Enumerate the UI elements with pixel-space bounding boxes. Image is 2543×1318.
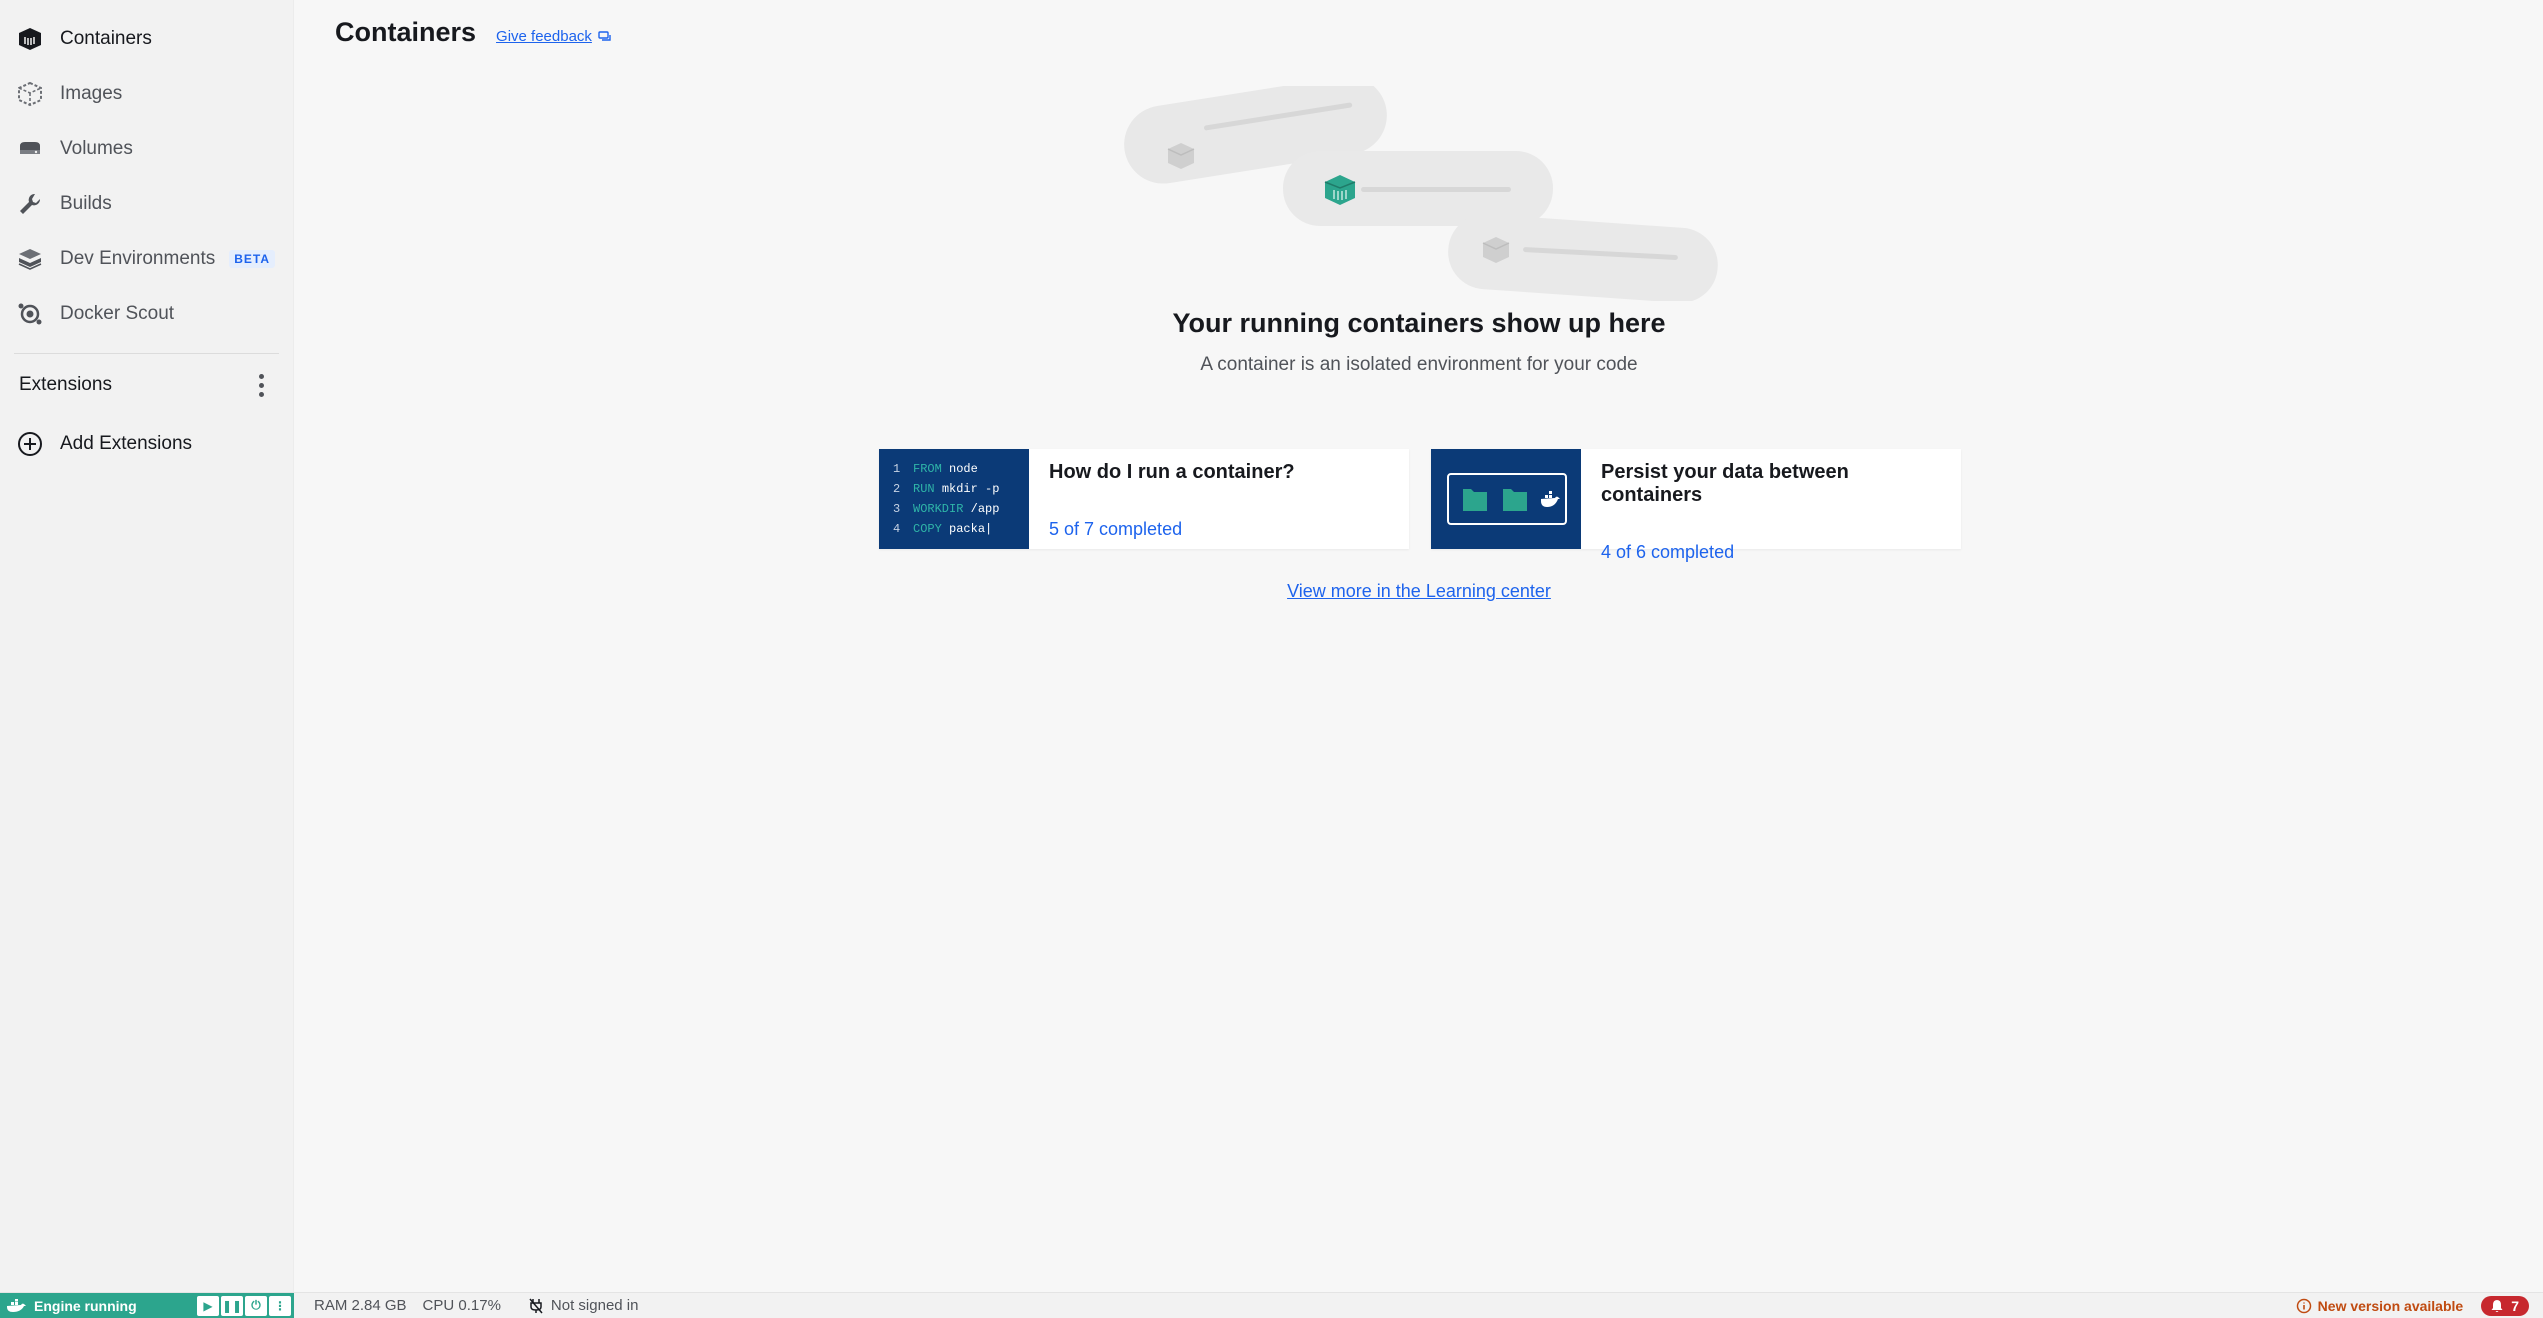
add-extensions-label: Add Extensions — [60, 432, 193, 454]
pause-icon[interactable]: ❚❚ — [221, 1295, 243, 1316]
sidebar: Containers Images Volumes Builds Dev Env… — [0, 0, 294, 1292]
sidebar-item-builds[interactable]: Builds — [0, 176, 293, 231]
docker-desktop-window: Containers Images Volumes Builds Dev Env… — [0, 0, 2543, 1318]
sidebar-item-images[interactable]: Images — [0, 66, 293, 121]
empty-state-title: Your running containers show up here — [1172, 308, 1666, 338]
play-icon[interactable]: ▶ — [197, 1295, 219, 1316]
sidebar-item-volumes[interactable]: Volumes — [0, 121, 293, 176]
sidebar-item-label: Volumes — [60, 137, 133, 159]
folder-icon — [1463, 489, 1487, 511]
sidebar-item-containers[interactable]: Containers — [0, 11, 293, 66]
sidebar-item-label: Containers — [60, 27, 152, 49]
beta-badge: BETA — [229, 249, 276, 268]
code-snippet: 1 FROM node 2 RUN mkdir -p 3 WORKDIR /app 4… — [893, 462, 1000, 536]
add-extensions-item[interactable]: Add Extensions — [0, 416, 293, 471]
engine-controls: ▶ ❚❚ ⏻ ⋮ — [197, 1295, 294, 1316]
bell-icon — [2491, 1299, 2503, 1312]
sidebar-item-label: Images — [60, 82, 123, 104]
ram-usage: RAM 2.84 GB — [314, 1297, 407, 1314]
learning-center-link[interactable]: View more in the Learning center — [295, 581, 2543, 602]
cpu-usage: CPU 0.17% — [422, 1297, 501, 1314]
scout-icon — [15, 299, 45, 329]
sidebar-item-label: Dev Environments — [60, 247, 216, 269]
wrench-icon — [15, 189, 45, 219]
card-progress: 5 of 7 completed — [1049, 519, 1183, 539]
give-feedback-label: Give feedback — [496, 28, 592, 45]
card-progress: 4 of 6 completed — [1601, 542, 1735, 562]
info-icon — [2296, 1298, 2311, 1313]
docker-whale-icon — [1541, 491, 1560, 507]
main-content: Containers Give feedback Your running co… — [295, 0, 2543, 1292]
sidebar-item-dev-environments[interactable]: Dev Environments BETA — [0, 231, 293, 286]
engine-status-label: Engine running — [34, 1297, 137, 1314]
extensions-menu-icon[interactable] — [249, 370, 273, 400]
code-thumbnail: 1 FROM node 2 RUN mkdir -p 3 WORKDIR /app 4… — [879, 449, 1029, 549]
sidebar-item-label: Builds — [60, 192, 112, 214]
images-icon — [15, 79, 45, 109]
status-bar: Engine running ▶ ❚❚ ⏻ ⋮ RAM 2.84 GB CPU … — [0, 1292, 2543, 1318]
docker-whale-icon — [7, 1298, 26, 1312]
learning-card-persist-data[interactable]: Persist your data between containers 4 o… — [1431, 449, 1961, 562]
learning-card-run-container[interactable]: 1 FROM node 2 RUN mkdir -p 3 WORKDIR /app 4… — [879, 449, 1409, 549]
page-title: Containers — [335, 17, 477, 47]
containers-icon — [15, 24, 45, 54]
volumes-thumbnail — [1431, 449, 1581, 549]
notification-count: 7 — [2511, 1297, 2519, 1314]
empty-state-subtitle: A container is an isolated environment f… — [1200, 354, 1638, 375]
disconnected-icon — [529, 1298, 543, 1313]
power-icon[interactable]: ⏻ — [245, 1295, 267, 1316]
feedback-icon — [598, 30, 611, 41]
sidebar-item-label: Docker Scout — [60, 302, 175, 324]
engine-status[interactable]: Engine running ▶ ❚❚ ⏻ ⋮ — [0, 1293, 294, 1318]
page-header: Containers Give feedback — [335, 17, 612, 48]
sign-in-label: Not signed in — [550, 1297, 639, 1314]
give-feedback-link[interactable]: Give feedback — [496, 28, 612, 45]
volumes-icon — [15, 134, 45, 164]
notifications-button[interactable]: 7 — [2481, 1295, 2529, 1316]
folders-illustration — [1447, 473, 1567, 525]
new-version-notice[interactable]: New version available — [2296, 1297, 2464, 1314]
extensions-header: Extensions — [0, 354, 293, 416]
card-title: How do I run a container? — [1049, 461, 1295, 483]
sign-in-status[interactable]: Not signed in — [529, 1297, 639, 1314]
card-body: How do I run a container? 5 of 7 complet… — [1029, 449, 1315, 549]
extensions-label: Extensions — [19, 374, 112, 395]
card-body: Persist your data between containers 4 o… — [1581, 449, 1961, 562]
folder-icon — [1503, 489, 1527, 511]
sidebar-item-docker-scout[interactable]: Docker Scout — [0, 286, 293, 341]
empty-state-illustration — [1124, 86, 1718, 301]
card-title: Persist your data between containers — [1601, 461, 1849, 506]
new-version-label: New version available — [2317, 1297, 2464, 1314]
sidebar-nav: Containers Images Volumes Builds Dev Env… — [0, 0, 293, 341]
engine-menu-icon[interactable]: ⋮ — [269, 1295, 291, 1316]
add-circle-icon — [15, 429, 45, 459]
dev-environments-icon — [15, 244, 45, 274]
